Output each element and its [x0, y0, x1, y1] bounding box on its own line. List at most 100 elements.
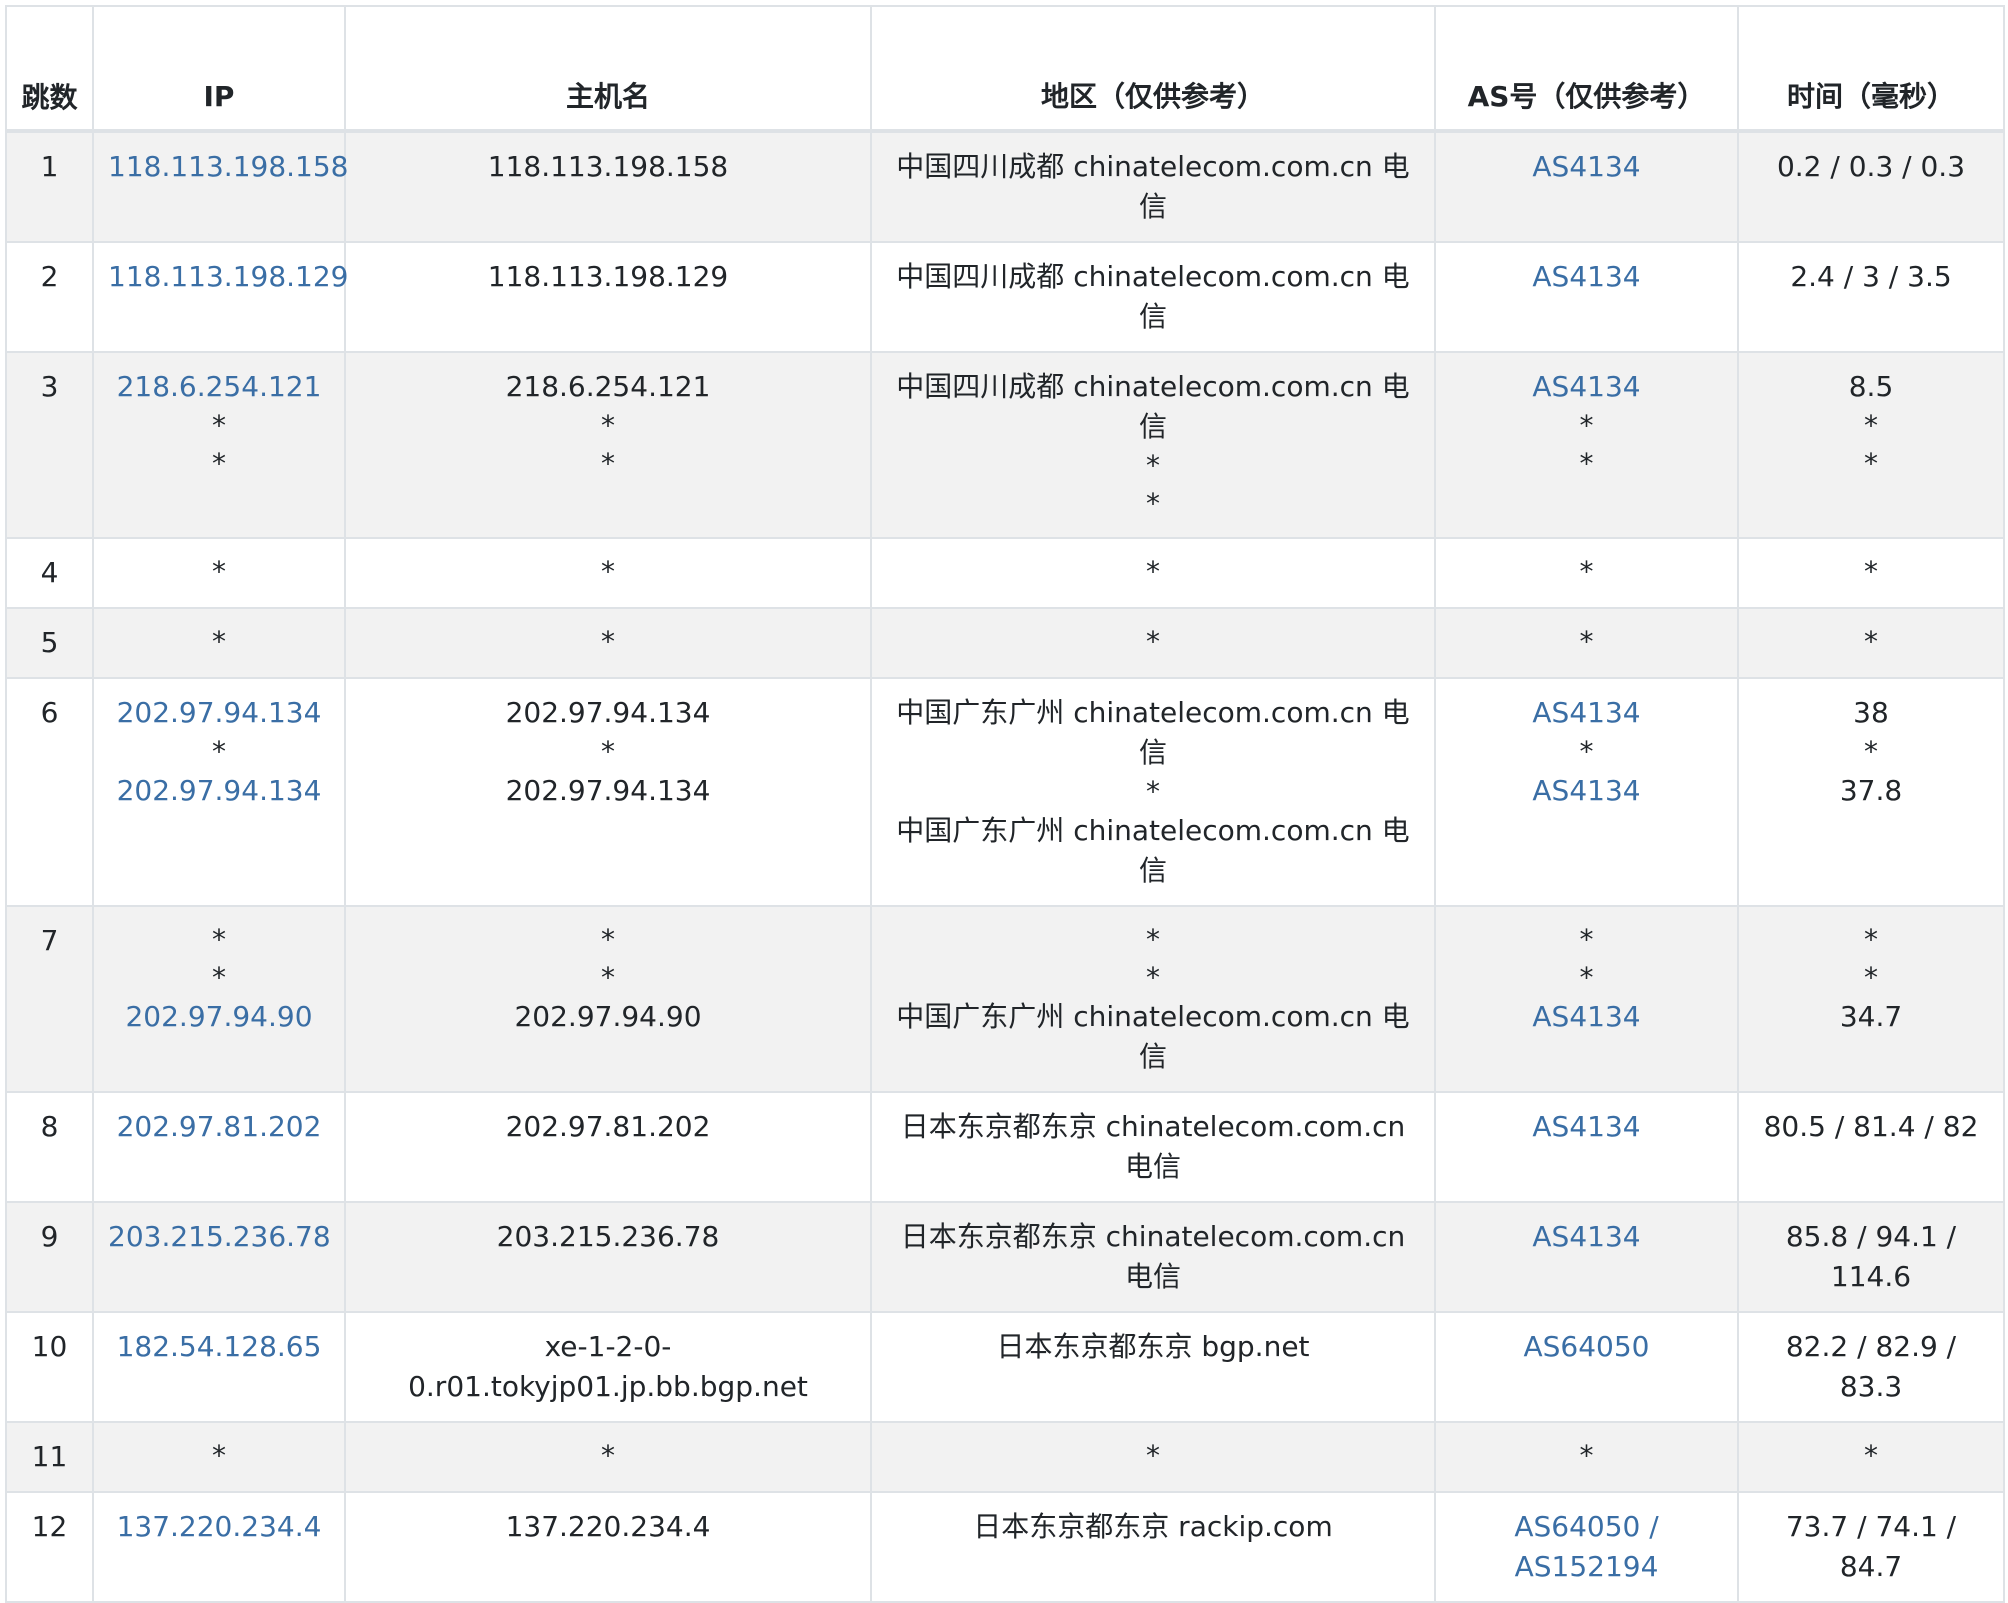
timeout-marker: *: [1864, 923, 1878, 956]
region-cell: 中国四川成都 chinatelecom.com.cn 电信: [870, 130, 1436, 243]
ip-link[interactable]: 118.113.198.129: [108, 257, 348, 297]
time-cell: *: [1737, 1421, 2005, 1493]
asn-link[interactable]: AS64050 / AS152194: [1450, 1507, 1723, 1587]
asn-link[interactable]: AS4134: [1450, 1107, 1723, 1147]
ip-link[interactable]: 182.54.128.65: [108, 1327, 330, 1367]
header-ip: IP: [92, 5, 346, 133]
region-cell: 中国四川成都 chinatelecom.com.cn 电信: [870, 241, 1436, 353]
hop-number: 1: [5, 130, 94, 243]
timeout-marker: *: [212, 961, 226, 994]
table-row: 8 202.97.81.202 202.97.81.202 日本东京都东京 china…: [5, 1091, 2005, 1203]
ip-link[interactable]: 218.6.254.121: [108, 367, 330, 407]
hostname-text: 218.6.254.121: [505, 370, 711, 403]
timeout-marker: *: [601, 1439, 615, 1472]
hop-number: 7: [5, 905, 94, 1093]
asn-cell: AS4134: [1434, 1201, 1739, 1313]
timeout-marker: *: [1146, 923, 1160, 956]
region-text: 中国广东广州 chinatelecom.com.cn 电信: [896, 696, 1410, 769]
timeout-marker: *: [1864, 625, 1878, 658]
asn-cell: *: [1434, 537, 1739, 609]
hostname-cell: xe-1-2-0-0.r01.tokyjp01.jp.bb.bgp.net: [344, 1311, 872, 1423]
region-text: 中国四川成都 chinatelecom.com.cn 电信: [896, 370, 1410, 443]
hop-number: 12: [5, 1491, 94, 1603]
timeout-marker: *: [1864, 447, 1878, 480]
ip-link[interactable]: 202.97.94.134: [108, 693, 330, 733]
time-text: 82.2 / 82.9 / 83.3: [1785, 1330, 1957, 1403]
ip-link[interactable]: 202.97.94.134: [108, 771, 330, 811]
timeout-marker: *: [1146, 487, 1160, 520]
time-text: 34.7: [1839, 1000, 1903, 1033]
timeout-marker: *: [601, 923, 615, 956]
table-row: 12 137.220.234.4 137.220.234.4 日本东京都东京 rack…: [5, 1491, 2005, 1603]
region-cell: *: [870, 607, 1436, 679]
asn-cell: * * AS4134: [1434, 905, 1739, 1093]
table-header-row: 跳数 IP 主机名 地区（仅供参考） AS号（仅供参考） 时间（毫秒）: [5, 5, 2005, 133]
hop-number: 9: [5, 1201, 94, 1313]
ip-cell: 137.220.234.4: [92, 1491, 346, 1603]
timeout-marker: *: [212, 555, 226, 588]
asn-link[interactable]: AS4134: [1450, 1217, 1723, 1257]
time-text: 0.2 / 0.3 / 0.3: [1776, 150, 1966, 183]
timeout-marker: *: [1146, 449, 1160, 482]
asn-link[interactable]: AS64050: [1450, 1327, 1723, 1367]
hop-number: 3: [5, 351, 94, 539]
asn-link[interactable]: AS4134: [1450, 997, 1723, 1037]
hostname-text: 137.220.234.4: [505, 1510, 711, 1543]
time-cell: 73.7 / 74.1 / 84.7: [1737, 1491, 2005, 1603]
asn-link[interactable]: AS4134: [1450, 367, 1723, 407]
ip-link[interactable]: 202.97.94.90: [108, 997, 330, 1037]
timeout-marker: *: [1579, 923, 1594, 956]
hostname-text: 202.97.81.202: [505, 1110, 711, 1143]
hostname-cell: *: [344, 1421, 872, 1493]
asn-cell: AS4134 * *: [1434, 351, 1739, 539]
region-cell: 日本东京都东京 chinatelecom.com.cn 电信: [870, 1091, 1436, 1203]
hostname-cell: 202.97.81.202: [344, 1091, 872, 1203]
timeout-marker: *: [1579, 555, 1594, 588]
hostname-text: 118.113.198.129: [487, 260, 729, 293]
hop-number: 4: [5, 537, 94, 609]
time-text: 2.4 / 3 / 3.5: [1790, 260, 1952, 293]
asn-link[interactable]: AS4134: [1450, 693, 1723, 733]
region-cell: 中国四川成都 chinatelecom.com.cn 电信 * *: [870, 351, 1436, 539]
timeout-marker: *: [212, 447, 226, 480]
ip-cell: 118.113.198.158: [92, 130, 348, 243]
time-cell: *: [1737, 607, 2005, 679]
table-row: 4 * * * * *: [5, 537, 2005, 609]
time-cell: 85.8 / 94.1 / 114.6: [1737, 1201, 2005, 1313]
hostname-cell: 202.97.94.134 * 202.97.94.134: [344, 677, 872, 907]
region-cell: 日本东京都东京 bgp.net: [870, 1311, 1436, 1423]
ip-cell: 118.113.198.129: [92, 241, 348, 353]
ip-link[interactable]: 118.113.198.158: [108, 147, 348, 187]
asn-link[interactable]: AS4134: [1450, 147, 1723, 187]
asn-link[interactable]: AS4134: [1450, 257, 1723, 297]
hop-number: 11: [5, 1421, 94, 1493]
ip-link[interactable]: 203.215.236.78: [108, 1217, 331, 1257]
hostname-cell: 218.6.254.121 * *: [344, 351, 872, 539]
asn-link[interactable]: AS4134: [1450, 771, 1723, 811]
asn-cell: AS4134: [1434, 130, 1739, 243]
ip-link[interactable]: 202.97.81.202: [108, 1107, 330, 1147]
hostname-text: 202.97.94.134: [505, 774, 711, 807]
ip-link[interactable]: 137.220.234.4: [108, 1507, 330, 1547]
hostname-text: xe-1-2-0-0.r01.tokyjp01.jp.bb.bgp.net: [408, 1330, 808, 1403]
time-text: 38: [1853, 696, 1889, 729]
timeout-marker: *: [1146, 775, 1160, 808]
timeout-marker: *: [601, 447, 615, 480]
timeout-marker: *: [601, 961, 615, 994]
hostname-cell: 118.113.198.129: [344, 241, 872, 353]
timeout-marker: *: [1864, 1439, 1878, 1472]
asn-cell: AS4134: [1434, 1091, 1739, 1203]
timeout-marker: *: [1146, 555, 1160, 588]
ip-cell: *: [92, 607, 346, 679]
header-region: 地区（仅供参考）: [870, 5, 1436, 133]
timeout-marker: *: [212, 735, 226, 768]
hop-number: 5: [5, 607, 94, 679]
hostname-text: 202.97.94.90: [514, 1000, 702, 1033]
timeout-marker: *: [212, 409, 226, 442]
timeout-marker: *: [1864, 555, 1878, 588]
hop-number: 8: [5, 1091, 94, 1203]
asn-cell: AS4134 * AS4134: [1434, 677, 1739, 907]
time-cell: 82.2 / 82.9 / 83.3: [1737, 1311, 2005, 1423]
region-text: 日本东京都东京 chinatelecom.com.cn 电信: [900, 1110, 1406, 1183]
time-cell: 8.5 * *: [1737, 351, 2005, 539]
